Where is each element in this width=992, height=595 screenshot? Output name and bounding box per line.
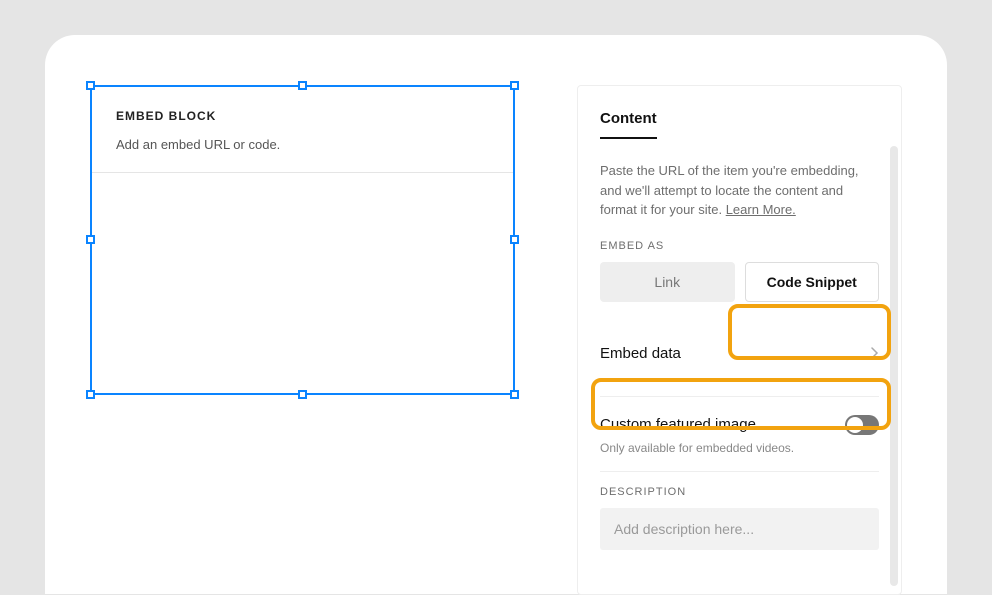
learn-more-link[interactable]: Learn More. — [726, 202, 796, 217]
embed-data-row[interactable]: Embed data — [600, 330, 879, 378]
embed-as-label: EMBED AS — [600, 240, 879, 252]
resize-handle-bottom-right[interactable] — [510, 390, 519, 399]
description-label: DESCRIPTION — [600, 486, 879, 498]
divider — [600, 396, 879, 397]
embed-help-text: Paste the URL of the item you're embeddi… — [600, 161, 879, 220]
chevron-right-icon — [871, 346, 879, 362]
app-container: EMBED BLOCK Add an embed URL or code. Co… — [45, 35, 947, 594]
resize-handle-bottom-middle[interactable] — [298, 390, 307, 399]
custom-featured-image-label: Custom featured image — [600, 416, 756, 433]
embed-block-selection[interactable]: EMBED BLOCK Add an embed URL or code. — [90, 85, 515, 395]
embed-as-link-button[interactable]: Link — [600, 262, 735, 302]
tab-content[interactable]: Content — [600, 110, 657, 139]
embed-data-label: Embed data — [600, 345, 681, 362]
resize-handle-middle-left[interactable] — [86, 235, 95, 244]
description-input[interactable] — [600, 508, 879, 550]
embed-block-desc: Add an embed URL or code. — [116, 137, 489, 152]
embed-block-title: EMBED BLOCK — [116, 109, 489, 123]
embed-as-segmented: Link Code Snippet — [600, 262, 879, 302]
resize-handle-top-left[interactable] — [86, 81, 95, 90]
resize-handle-bottom-left[interactable] — [86, 390, 95, 399]
content-panel: Content Paste the URL of the item you're… — [577, 85, 902, 595]
custom-featured-image-help: Only available for embedded videos. — [600, 441, 879, 472]
embed-as-code-snippet-button[interactable]: Code Snippet — [745, 262, 880, 302]
embed-block-header: EMBED BLOCK Add an embed URL or code. — [92, 87, 513, 173]
embed-block[interactable]: EMBED BLOCK Add an embed URL or code. — [90, 85, 515, 395]
resize-handle-top-middle[interactable] — [298, 81, 307, 90]
resize-handle-middle-right[interactable] — [510, 235, 519, 244]
custom-featured-image-row: Custom featured image — [600, 415, 879, 435]
custom-featured-image-toggle[interactable] — [845, 415, 879, 435]
resize-handle-top-right[interactable] — [510, 81, 519, 90]
